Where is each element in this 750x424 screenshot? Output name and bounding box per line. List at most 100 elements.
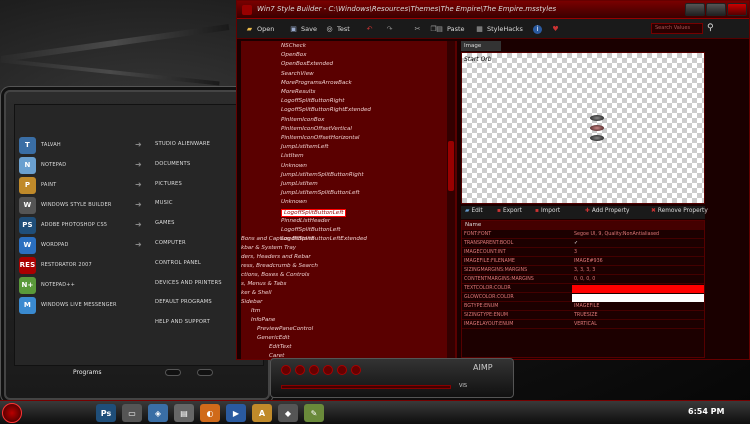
property-value[interactable]: TRUESIZE — [572, 312, 704, 320]
tree-node[interactable]: LogoffSplitButtonLeft — [281, 227, 340, 233]
tree-node[interactable]: Unknown — [281, 163, 307, 169]
seek-bar[interactable] — [281, 385, 451, 389]
folder-task-icon[interactable]: ▭ — [122, 404, 142, 422]
export-button[interactable]: ▪ Export — [497, 208, 522, 214]
start-menu-item[interactable]: N Notepad — [19, 155, 66, 175]
tree-section[interactable]: s, Menus & Tabs — [241, 281, 286, 287]
tree-node[interactable]: PinItemIconOffsetVertical — [281, 126, 352, 132]
chevron-right-icon[interactable]: ➜ — [135, 181, 143, 189]
tree-node[interactable]: NSCheck — [281, 43, 306, 49]
property-value[interactable] — [572, 294, 704, 302]
start-button[interactable] — [2, 403, 22, 423]
property-value[interactable]: ✓ — [572, 240, 704, 248]
maximize-button[interactable] — [706, 3, 726, 16]
tree-node[interactable]: OpenBoxExtended — [281, 61, 333, 67]
add-property-button[interactable]: ✚ Add Property — [585, 208, 629, 214]
remove-property-button[interactable]: ✖ Remove Property — [651, 208, 708, 214]
import-button[interactable]: ▪ Import — [535, 208, 560, 214]
donate-button[interactable]: ♥ — [551, 23, 560, 35]
tree-node[interactable]: JumpListItem — [281, 181, 318, 187]
start-menu-link[interactable]: Games — [155, 220, 175, 226]
chevron-right-icon[interactable]: ➜ — [135, 161, 143, 169]
property-value[interactable]: 3, 3, 3, 3 — [572, 267, 704, 275]
start-menu-item[interactable]: Ps Adobe Photoshop CS5 — [19, 215, 107, 235]
edit-button[interactable]: ▰ Edit — [465, 208, 483, 214]
scrollbar-thumb[interactable] — [448, 141, 454, 191]
close-button[interactable] — [727, 3, 747, 16]
open-button[interactable]: ▰ Open — [245, 23, 275, 35]
property-row[interactable]: SIZINGTYPE:ENUM TRUESIZE — [462, 312, 704, 320]
tree-section[interactable]: kbar & System Tray — [241, 245, 296, 251]
start-menu-item[interactable]: Res Restorator 2007 — [19, 255, 92, 275]
tree-node[interactable]: Unknown — [281, 199, 307, 205]
start-menu-item[interactable]: W WordPad — [19, 235, 69, 255]
property-row[interactable]: SIZINGMARGINS:MARGINS 3, 3, 3, 3 — [462, 267, 704, 275]
tree-scrollbar[interactable] — [447, 41, 455, 359]
tab-image[interactable]: Image — [461, 41, 501, 51]
paste-button[interactable]: ▤ Paste — [435, 23, 464, 35]
style-task-icon[interactable]: ◆ — [278, 404, 298, 422]
test-button[interactable]: ◎ Test — [325, 23, 349, 35]
about-button[interactable]: i — [533, 23, 542, 35]
shutdown-options-button[interactable] — [197, 369, 213, 376]
tree-section[interactable]: EditText — [269, 344, 292, 350]
start-menu-link[interactable]: Default Programs — [155, 299, 212, 305]
property-row[interactable]: BGTYPE:ENUM IMAGEFILE — [462, 303, 704, 311]
tree-section[interactable]: ders, Headers and Rebar — [241, 254, 311, 260]
property-row[interactable]: IMAGEFILE:FILENAME IMAGE#936 — [462, 258, 704, 266]
mediaplayer-task-icon[interactable]: ▶ — [226, 404, 246, 422]
tree-node[interactable]: JumpListItemSplitButtonLeft — [281, 190, 360, 196]
start-menu-link[interactable]: Studio Alienware — [155, 141, 210, 147]
tree-node[interactable]: LogoffSplitButtonRightExtended — [281, 107, 371, 113]
property-value[interactable] — [572, 285, 704, 293]
start-menu-link[interactable]: Control Panel — [155, 260, 201, 266]
property-row[interactable]: CONTENTMARGINS:MARGINS 0, 0, 0, 0 — [462, 276, 704, 284]
cut-button[interactable]: ✂ — [413, 23, 422, 35]
property-value[interactable]: VERTICAL — [572, 321, 704, 329]
tree-node[interactable]: JumpListItemSplitButtonRight — [281, 172, 364, 178]
tree-section[interactable]: ker & Shell — [241, 290, 272, 296]
property-row[interactable]: IMAGELAYOUT:ENUM VERTICAL — [462, 321, 704, 329]
stop-button[interactable] — [323, 365, 333, 375]
property-row[interactable]: GLOWCOLOR:COLOR — [462, 294, 704, 302]
open-file-button[interactable] — [351, 365, 361, 375]
property-row[interactable]: TRANSPARENT:BOOL ✓ — [462, 240, 704, 248]
shutdown-button[interactable] — [165, 369, 181, 376]
chevron-right-icon[interactable]: ➜ — [135, 201, 143, 209]
property-row[interactable]: TEXTCOLOR:COLOR — [462, 285, 704, 293]
tree-node[interactable]: ListItem — [281, 153, 304, 159]
start-menu-item[interactable]: T Talvah — [19, 135, 61, 155]
tree-section[interactable]: PreviewPaneControl — [257, 326, 313, 332]
property-value[interactable]: IMAGE#936 — [572, 258, 704, 266]
start-menu-link[interactable]: Music — [155, 200, 173, 206]
search-icon[interactable]: ⚲ — [707, 23, 718, 34]
start-menu-link[interactable]: Help and Support — [155, 319, 210, 325]
start-menu-item[interactable]: M Windows Live Messenger — [19, 295, 117, 315]
tree-section[interactable]: Itm — [251, 308, 260, 314]
property-value[interactable]: IMAGEFILE — [572, 303, 704, 311]
tree-section[interactable]: Sidebar — [241, 299, 262, 305]
tree-node[interactable]: MoreProgramsArrowBack — [281, 80, 352, 86]
tree-node[interactable]: LogoffSplitButtonLeft — [281, 208, 347, 217]
clock[interactable]: 6:54 PM — [688, 407, 725, 416]
tree-section[interactable]: ctions, Boxes & Controls — [241, 272, 309, 278]
class-tree[interactable]: NSCheck OpenBox OpenBoxExtended SearchView M… — [241, 41, 457, 359]
property-value[interactable]: Segoe UI, 9, Quality:NonAntialiased — [572, 231, 704, 239]
tree-node[interactable]: PinItemIconBox — [281, 117, 324, 123]
property-row[interactable]: FONT:FONT Segoe UI, 9, Quality:NonAntiali… — [462, 231, 704, 239]
tree-node[interactable]: OpenBox — [281, 52, 307, 58]
stylehacks-button[interactable]: ▦ StyleHacks — [475, 23, 523, 35]
tree-node[interactable]: LogoffSplitButtonRight — [281, 98, 344, 104]
chevron-right-icon[interactable]: ➜ — [135, 241, 143, 249]
document-task-icon[interactable]: ▤ — [174, 404, 194, 422]
property-row[interactable]: IMAGECOUNT:INT 3 — [462, 249, 704, 257]
next-button[interactable] — [337, 365, 347, 375]
firefox-task-icon[interactable]: ◐ — [200, 404, 220, 422]
tree-section[interactable]: InfoPane — [251, 317, 275, 323]
play-button[interactable] — [295, 365, 305, 375]
pause-button[interactable] — [309, 365, 319, 375]
explorer-task-icon[interactable]: ◈ — [148, 404, 168, 422]
chevron-right-icon[interactable]: ➜ — [135, 141, 143, 149]
tree-section[interactable]: ress, Breadcrumb & Search — [241, 263, 318, 269]
minimize-button[interactable] — [685, 3, 705, 16]
